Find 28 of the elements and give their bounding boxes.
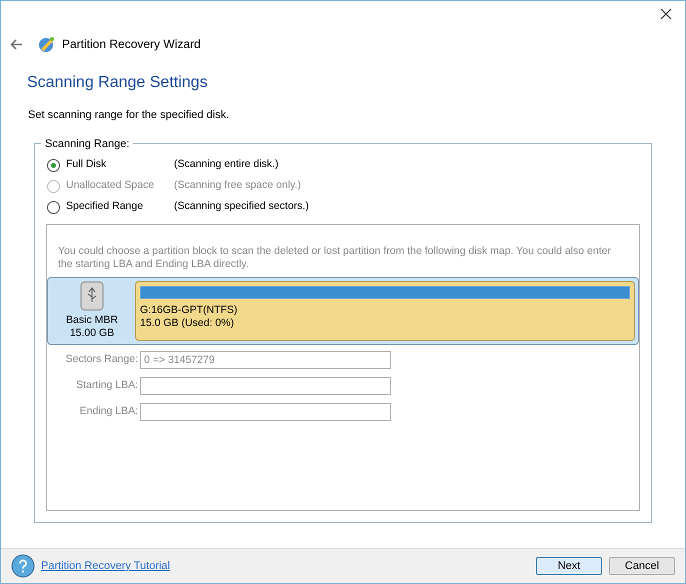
group-legend: Scanning Range: bbox=[41, 136, 134, 150]
window-title: Partition Recovery Wizard bbox=[62, 36, 201, 53]
partition-name: G:16GB-GPT(NTFS) bbox=[140, 304, 238, 316]
radio-label: Unallocated Space bbox=[66, 178, 156, 194]
radio-button[interactable] bbox=[47, 158, 60, 172]
radio-label: Specified Range bbox=[66, 199, 144, 214]
radio-button[interactable] bbox=[47, 200, 60, 214]
disk-size: 15.00 GB bbox=[70, 326, 114, 340]
field-label: Ending LBA: bbox=[78, 404, 138, 419]
page-heading: Scanning Range Settings bbox=[27, 73, 209, 93]
back-arrow-icon[interactable] bbox=[10, 38, 23, 50]
dialog-button[interactable]: Next bbox=[536, 557, 602, 575]
help-icon[interactable] bbox=[11, 554, 35, 578]
panel-description: You could choose a partition block to scan the deleted or lost partition from the following disk map. You could also enter the starting LBA and Ending LBA directly. bbox=[58, 244, 612, 270]
dialog-button[interactable]: Cancel bbox=[609, 557, 675, 575]
wizard-icon bbox=[38, 35, 56, 53]
radio-hint: (Scanning entire disk.) bbox=[174, 157, 278, 172]
partition-detail: 15.0 GB (Used: 0%) bbox=[140, 316, 235, 330]
radio-label: Full Disk bbox=[66, 157, 108, 172]
page-subtitle: Set scanning range for the specified disk. bbox=[28, 108, 230, 123]
field-label: Sectors Range: bbox=[64, 352, 138, 367]
radio-hint: (Scanning specified sectors.) bbox=[174, 199, 309, 214]
disk-type: Basic MBR bbox=[66, 314, 118, 326]
usb-drive-icon bbox=[80, 280, 104, 310]
close-icon[interactable] bbox=[660, 8, 672, 20]
tutorial-link[interactable]: Partition Recovery Tutorial bbox=[41, 558, 170, 574]
radio-hint: (Scanning free space only.) bbox=[174, 178, 302, 194]
field-label: Starting LBA: bbox=[75, 378, 138, 393]
